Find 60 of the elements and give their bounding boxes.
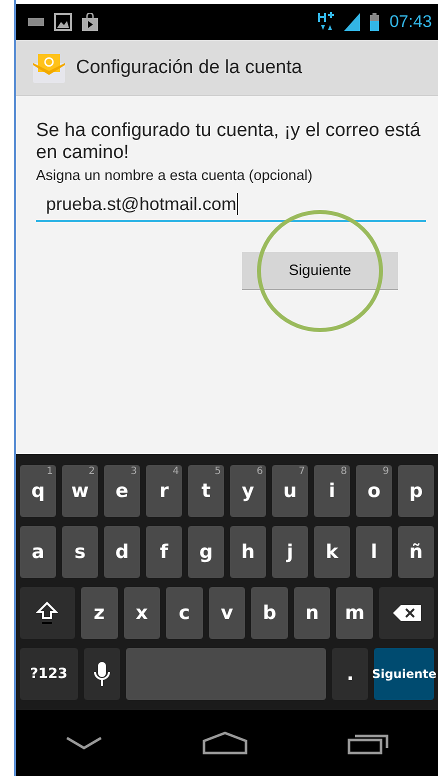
key-hint: 8 — [340, 466, 347, 476]
key-hint: 7 — [298, 466, 305, 476]
period-key[interactable]: . — [332, 648, 368, 700]
letter-key[interactable]: n — [294, 586, 330, 638]
key-hint: 1 — [46, 466, 53, 476]
letter-key[interactable]: a — [20, 526, 56, 578]
picture-icon — [54, 13, 72, 31]
shift-icon — [36, 600, 58, 624]
letter-key[interactable]: t 5 — [188, 464, 224, 516]
shift-key[interactable] — [20, 586, 75, 638]
letter-key[interactable]: m — [336, 586, 374, 638]
next-button[interactable]: Siguiente — [242, 252, 398, 290]
home-icon[interactable] — [202, 731, 248, 755]
letter-key[interactable]: u 7 — [272, 464, 308, 516]
next-key[interactable]: Siguiente — [374, 648, 434, 700]
letter-key[interactable]: y 6 — [230, 464, 266, 516]
keyboard-icon — [28, 18, 44, 26]
key-hint: 5 — [214, 466, 221, 476]
microphone-key[interactable] — [84, 648, 120, 700]
key-hint: 2 — [88, 466, 95, 476]
back-icon[interactable] — [65, 736, 104, 750]
letter-key[interactable]: v — [208, 586, 246, 638]
letter-key[interactable]: q 1 — [20, 464, 56, 516]
letter-key[interactable]: g — [188, 526, 224, 578]
signal-icon — [344, 13, 360, 31]
letter-key[interactable]: j — [272, 526, 308, 578]
letter-key[interactable]: z — [80, 586, 118, 638]
letter-key[interactable]: c — [166, 586, 203, 638]
letter-key[interactable]: d — [104, 526, 140, 578]
microphone-icon — [94, 660, 110, 686]
symbols-key[interactable]: ?123 — [20, 648, 78, 700]
letter-key[interactable]: x — [124, 586, 160, 638]
backspace-key[interactable] — [379, 586, 434, 638]
letter-key[interactable]: r 4 — [146, 464, 182, 516]
key-hint: 3 — [130, 466, 137, 476]
backspace-icon — [392, 604, 421, 620]
letter-key[interactable]: f — [146, 526, 182, 578]
envelope-icon — [32, 52, 66, 82]
key-hint: 4 — [172, 466, 179, 476]
letter-key[interactable]: e 3 — [104, 464, 140, 516]
screen-title: Configuración de la cuenta — [76, 56, 302, 78]
letter-key[interactable]: s — [62, 526, 98, 578]
letter-key[interactable]: ñ — [398, 526, 434, 578]
field-label: Asigna un nombre a esta cuenta (opcional) — [36, 168, 314, 184]
letter-key[interactable]: o 9 — [356, 464, 392, 516]
letter-key[interactable]: l — [356, 526, 392, 578]
shopping-bag-icon — [82, 13, 98, 31]
network-icon — [318, 12, 334, 32]
battery-icon — [370, 13, 380, 31]
letter-key[interactable]: w 2 — [62, 464, 98, 516]
letter-key[interactable]: i 8 — [314, 464, 350, 516]
clock-time: 07:43 — [389, 12, 432, 32]
key-hint: 9 — [382, 466, 389, 476]
letter-key[interactable]: h — [230, 526, 266, 578]
letter-key[interactable]: b — [251, 586, 288, 638]
key-hint: 6 — [256, 466, 263, 476]
letter-key[interactable]: k — [314, 526, 350, 578]
letter-key[interactable]: p — [398, 464, 434, 516]
setup-message: Se ha configurado tu cuenta, ¡y el correo está en camino! — [36, 120, 422, 164]
account-name-field[interactable]: prueba.st@hotmail.com — [36, 188, 426, 222]
